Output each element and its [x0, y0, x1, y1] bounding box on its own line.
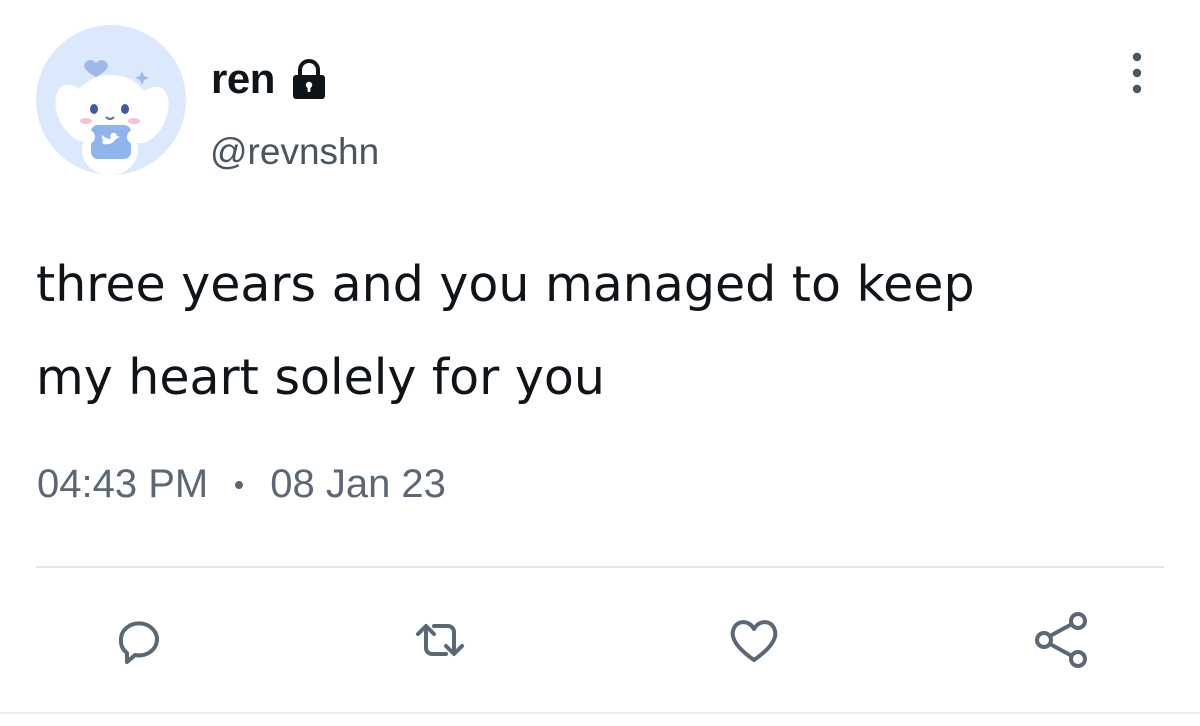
tweet-text: three years and you managed to keep my he…: [36, 238, 1156, 424]
tweet-date: 08 Jan 23: [270, 462, 446, 506]
separator-dot: [235, 480, 244, 489]
display-name-row: ren: [211, 52, 331, 106]
cinnamoroll-avatar-icon: [55, 60, 169, 175]
avatar[interactable]: [36, 25, 186, 175]
heart-icon: [730, 620, 778, 662]
tweet-text-line-2: my heart solely for you: [36, 349, 605, 406]
tweet-time: 04:43 PM: [37, 462, 209, 506]
tweet-card: ren @revnshn three years and you managed…: [0, 0, 1200, 726]
reply-icon: [118, 621, 159, 664]
bottom-divider: [0, 712, 1200, 714]
divider: [36, 566, 1164, 568]
retweet-icon: [416, 624, 464, 656]
lock-icon: [287, 57, 331, 101]
share-icon: [1035, 612, 1087, 668]
more-options-icon[interactable]: [1122, 50, 1152, 96]
like-button[interactable]: [722, 608, 786, 672]
tweet-timestamp[interactable]: 04:43 PM 08 Jan 23: [37, 462, 446, 507]
reply-button[interactable]: [107, 608, 171, 672]
share-button[interactable]: [1030, 608, 1094, 672]
display-name[interactable]: ren: [211, 55, 275, 103]
user-handle[interactable]: @revnshn: [210, 131, 379, 173]
retweet-button[interactable]: [408, 608, 472, 672]
tweet-text-line-1: three years and you managed to keep: [36, 256, 975, 313]
